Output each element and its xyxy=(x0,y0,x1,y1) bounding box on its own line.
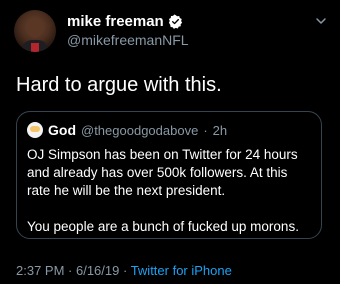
quoted-author-name: God xyxy=(48,122,76,138)
quoted-author-handle: @thegoodgodabove xyxy=(81,122,199,138)
tweet-time[interactable]: 2:37 PM xyxy=(16,263,64,278)
avatar-shirt-detail xyxy=(31,43,39,52)
quoted-tweet-header: God @thegoodgodabove · 2h xyxy=(27,122,227,138)
author-display-name[interactable]: mike freeman xyxy=(67,13,164,30)
quoted-tweet-body: OJ Simpson has been on Twitter for 24 ho… xyxy=(27,146,313,236)
tweet-source-link[interactable]: Twitter for iPhone xyxy=(131,263,232,278)
quoted-paragraph-2: You people are a bunch of fucked up moro… xyxy=(27,219,299,234)
tweet-date[interactable]: 6/16/19 xyxy=(76,263,119,278)
tweet-meta: 2:37 PM · 6/16/19 · Twitter for iPhone xyxy=(16,263,232,278)
quoted-author-avatar xyxy=(27,122,43,138)
verified-badge-icon xyxy=(168,14,182,29)
tweet-card: mike freeman @mikefreemanNFL Hard to arg… xyxy=(0,0,340,284)
author-handle[interactable]: @mikefreemanNFL xyxy=(67,32,189,48)
tweet-text: Hard to argue with this. xyxy=(16,74,222,96)
quoted-tweet[interactable]: God @thegoodgodabove · 2h OJ Simpson has… xyxy=(16,111,322,239)
quoted-paragraph-1: OJ Simpson has been on Twitter for 24 ho… xyxy=(27,147,298,198)
chevron-down-icon[interactable] xyxy=(314,14,328,28)
author-name-row: mike freeman xyxy=(67,13,183,30)
meta-separator-2: · xyxy=(119,263,131,278)
quoted-tweet-age: 2h xyxy=(212,122,228,138)
avatar-face xyxy=(27,18,43,38)
meta-separator-1: · xyxy=(64,263,76,278)
quoted-separator: · xyxy=(203,122,208,138)
author-avatar[interactable] xyxy=(14,10,56,52)
